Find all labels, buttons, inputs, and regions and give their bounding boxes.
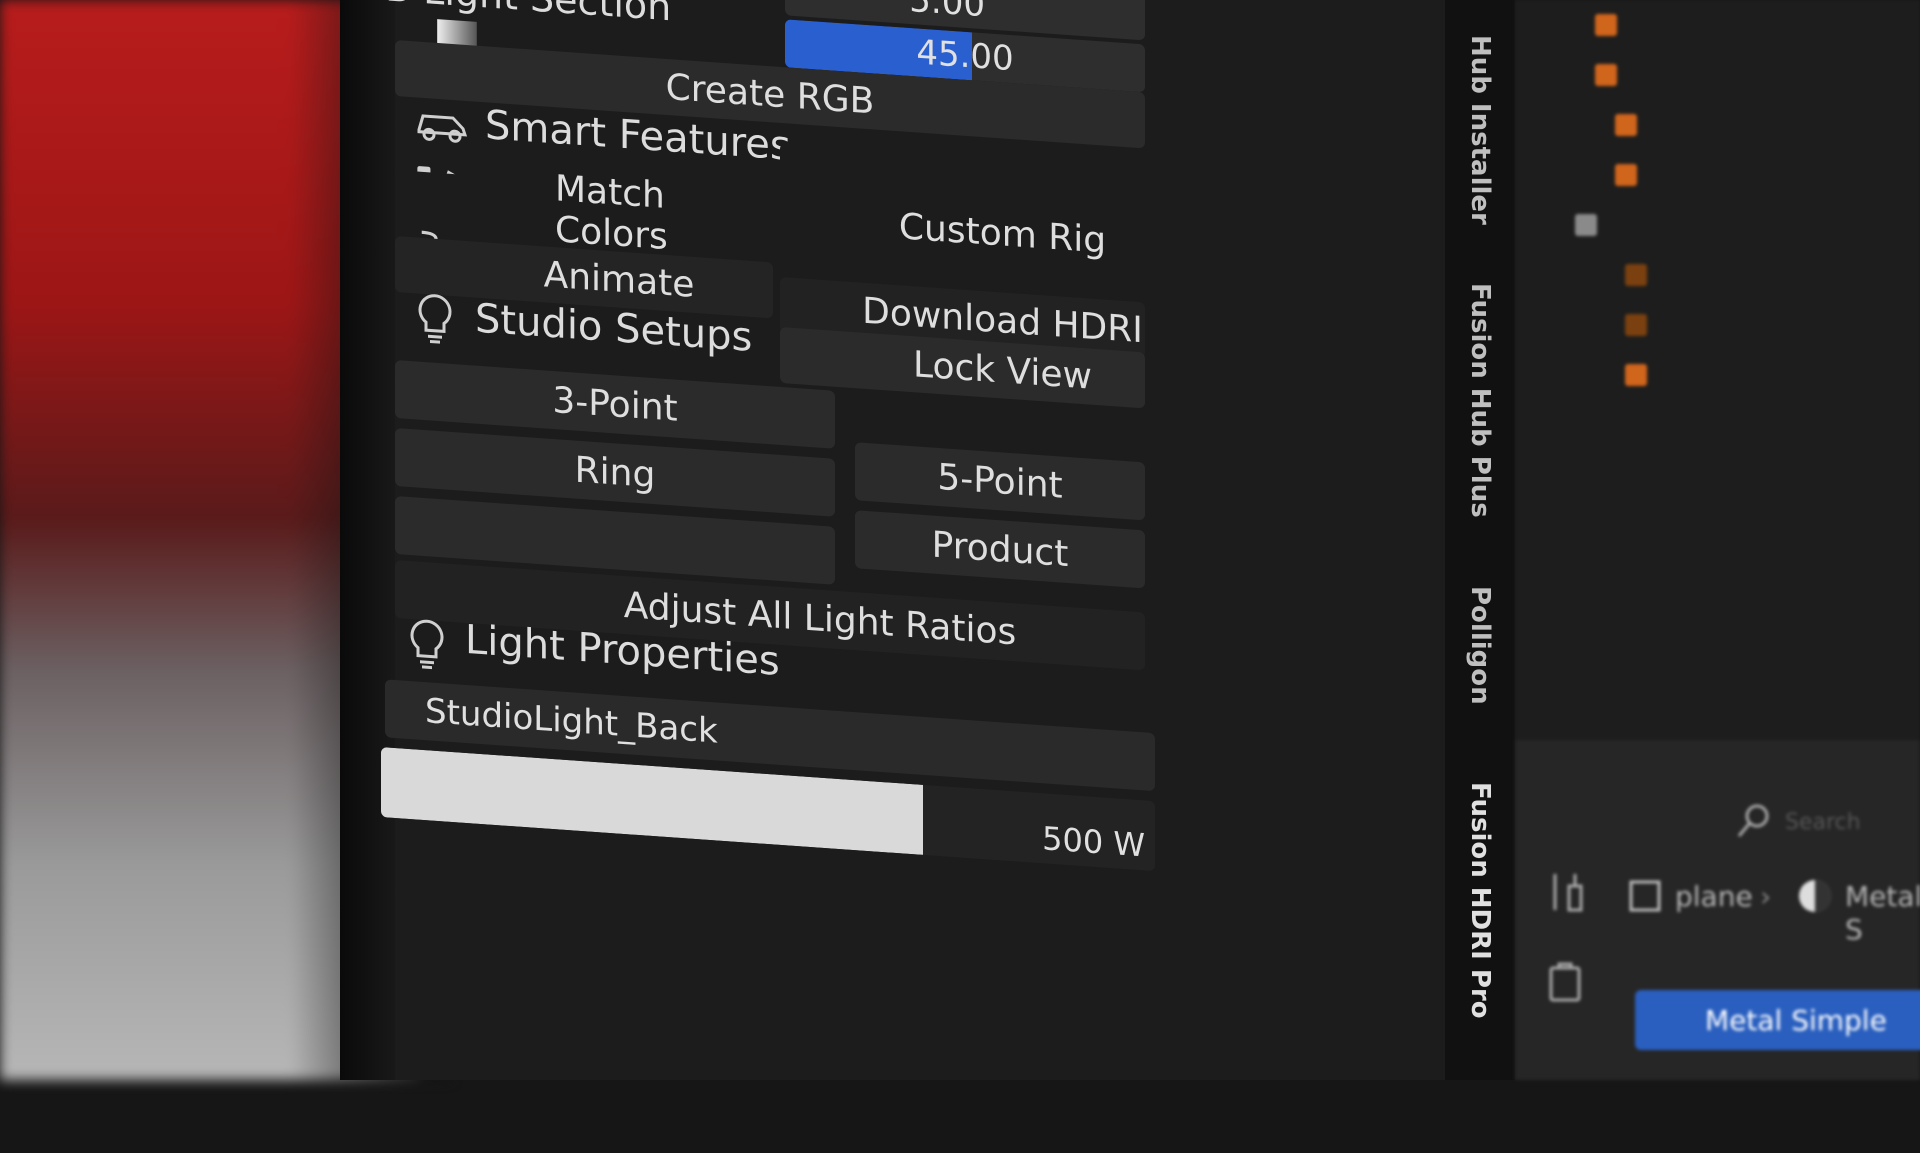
search-icon[interactable] bbox=[1735, 800, 1775, 840]
object-icon bbox=[1625, 876, 1665, 916]
lock-view-label: Lock View bbox=[913, 343, 1092, 398]
list-item[interactable] bbox=[1625, 260, 1661, 288]
custom-rig-label: Custom Rig bbox=[898, 206, 1107, 262]
custom-rig-button[interactable]: Custom Rig bbox=[780, 142, 1145, 279]
value-1: 5.00 bbox=[909, 0, 985, 26]
panel-content: B Light Section 5.00 45.00 Create RGB Sm… bbox=[381, 0, 1445, 1153]
setup-product-label: Product bbox=[931, 524, 1069, 575]
breadcrumb-chevron-icon: › bbox=[1760, 880, 1772, 913]
object-orange-icon bbox=[1625, 364, 1647, 386]
material-name-partial[interactable]: Metal S bbox=[1845, 880, 1920, 946]
light-name-value: StudioLight_Back bbox=[425, 691, 718, 752]
object-orange-icon bbox=[1595, 64, 1617, 86]
object-orange-icon bbox=[1625, 264, 1647, 286]
setup-ring-label: Ring bbox=[574, 449, 656, 496]
bulb-icon-2 bbox=[407, 617, 447, 672]
clipboard-icon[interactable] bbox=[1545, 960, 1585, 1004]
setup-5-point-label: 5-Point bbox=[937, 456, 1063, 507]
collection-icon bbox=[1575, 214, 1597, 236]
monitor-bezel bbox=[340, 0, 400, 1080]
tab-fusion-hdri-pro-label: Fusion HDRI Pro bbox=[1465, 781, 1495, 1019]
tab-polligon-label: Polligon bbox=[1465, 585, 1495, 705]
list-item[interactable] bbox=[1575, 210, 1611, 238]
tab-hub-installer[interactable]: Hub Installer bbox=[1455, 30, 1505, 230]
tab-polligon[interactable]: Polligon bbox=[1455, 570, 1505, 720]
object-orange-icon bbox=[1595, 14, 1617, 36]
bulb-icon bbox=[415, 291, 455, 346]
object-orange-icon bbox=[1625, 314, 1647, 336]
object-orange-icon bbox=[1615, 114, 1637, 136]
setup-5-point-button[interactable]: 5-Point bbox=[855, 442, 1145, 521]
light-power-value: 500 W bbox=[1042, 819, 1145, 865]
section-title: B Light Section bbox=[385, 0, 671, 29]
tab-fusion-hub-plus[interactable]: Fusion Hub Plus bbox=[1455, 270, 1505, 530]
tools-icon[interactable] bbox=[1545, 870, 1585, 914]
car-icon bbox=[415, 101, 469, 145]
setup-3-point-label: 3-Point bbox=[552, 379, 678, 430]
tab-fusion-hub-plus-label: Fusion Hub Plus bbox=[1465, 282, 1495, 518]
list-item[interactable] bbox=[1615, 110, 1651, 138]
list-item[interactable] bbox=[1615, 160, 1651, 188]
selected-material-slot[interactable]: Metal Simple bbox=[1635, 990, 1920, 1050]
tab-fusion-hdri-pro[interactable]: Fusion HDRI Pro bbox=[1455, 760, 1505, 1040]
object-name[interactable]: plane bbox=[1675, 880, 1753, 913]
tab-strip: Hub Installer Fusion Hub Plus Polligon F… bbox=[1445, 0, 1515, 1080]
list-item[interactable] bbox=[1625, 310, 1661, 338]
outliner-area: Search plane › Metal S Metal Simple bbox=[1515, 0, 1920, 1080]
create-rgb-label: Create RGB bbox=[665, 66, 875, 123]
material-icon bbox=[1797, 878, 1833, 914]
tab-hub-installer-label: Hub Installer bbox=[1465, 35, 1495, 225]
sidebar-panel: B Light Section 5.00 45.00 Create RGB Sm… bbox=[381, 0, 1445, 1080]
value-2: 45.00 bbox=[916, 32, 1014, 80]
setup-product-button[interactable]: Product bbox=[855, 510, 1145, 589]
list-item[interactable] bbox=[1595, 60, 1631, 88]
object-orange-icon bbox=[1615, 164, 1637, 186]
list-item[interactable] bbox=[1625, 360, 1661, 388]
selected-material-label: Metal Simple bbox=[1705, 1003, 1887, 1037]
list-item[interactable] bbox=[1595, 10, 1631, 38]
search-placeholder: Search bbox=[1785, 810, 1861, 835]
